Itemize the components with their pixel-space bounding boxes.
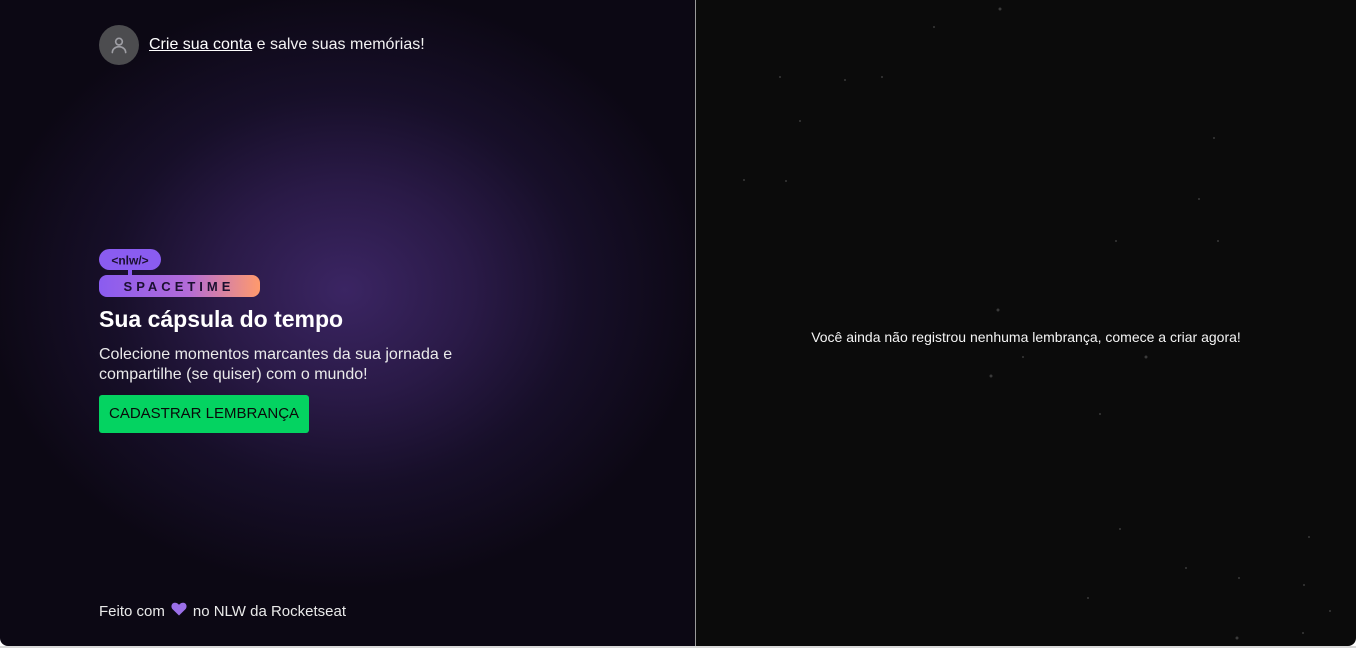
starfield-background [743,7,1331,640]
signin-text: Crie sua conta e salve suas memórias! [149,35,425,55]
page-title: Sua cápsula do tempo [99,306,344,332]
register-memory-button[interactable]: CADASTRAR LEMBRANÇA [99,395,310,433]
app-window: Crie sua conta e salve suas memórias! <n… [0,0,1356,646]
signin-area[interactable]: Crie sua conta e salve suas memórias! [99,25,425,65]
nlw-spacetime-logo: <nlw/> SPACETIME [99,249,260,297]
logo-name: SPACETIME [124,279,235,294]
memories-panel: Você ainda não registrou nenhuma lembran… [696,0,1356,646]
purple-heart-icon [171,602,187,621]
signin-rest-text: e salve suas memórias! [252,36,425,53]
hero: <nlw/> SPACETIME Sua cápsula do tempo Co… [99,249,499,433]
footer-suffix: no NLW da Rocketseat [192,602,346,620]
hero-description: Colecione momentos marcantes da sua jorn… [99,346,453,383]
empty-state-message: Você ainda não registrou nenhuma lembran… [811,329,1241,345]
user-icon [111,37,127,54]
logo-tag: <nlw/> [111,254,148,268]
left-panel: Crie sua conta e salve suas memórias! <n… [0,0,696,646]
footer-prefix: Feito com [99,602,165,620]
footer: Feito com no NLW da Rocketseat [99,602,346,621]
signup-link[interactable]: Crie sua conta [149,36,252,53]
avatar[interactable] [99,25,139,65]
